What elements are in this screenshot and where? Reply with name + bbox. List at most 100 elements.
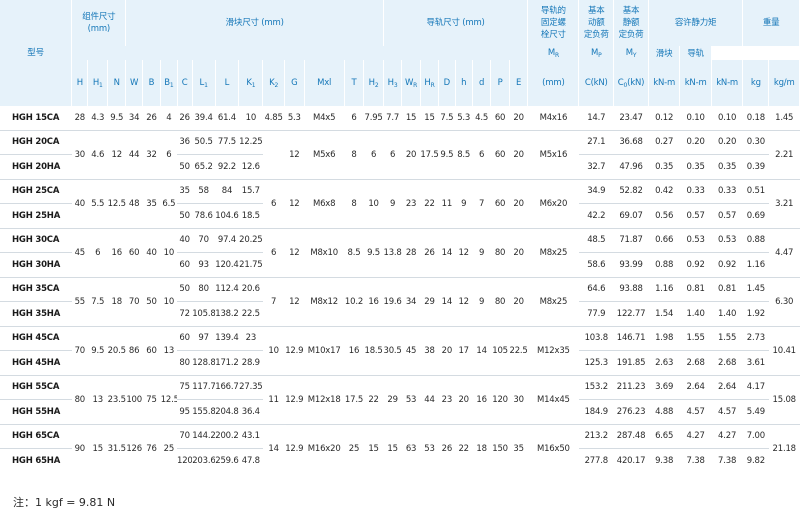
cell-C0kn: 122.77	[613, 301, 649, 326]
cell-L1: 93	[192, 252, 215, 277]
cell-K1: 36.4	[238, 399, 263, 424]
cell-E: 20	[509, 178, 528, 228]
cell-WR: 45	[401, 325, 421, 375]
col-C: C	[177, 60, 193, 106]
cell-C0kn: 52.82	[613, 178, 649, 204]
cell-H: 30	[71, 129, 88, 179]
cell-kg: 7.00	[742, 423, 769, 449]
cell-MY: 2.68	[711, 350, 743, 375]
cell-L1: 39.4	[194, 112, 213, 123]
cell-Mxl: M4x5	[312, 112, 336, 123]
header-dynamic-load: 基本 动额 定负荷	[578, 0, 615, 46]
cell-L: 92.2	[215, 154, 239, 179]
cell-bolt: M6x20	[527, 178, 579, 228]
cell-Ckn: 48.5	[578, 227, 614, 253]
cell-L: 97.4	[215, 227, 239, 253]
cell-kg: 1.92	[742, 301, 769, 326]
cell-MP: 0.10	[686, 112, 705, 123]
cell-T: 8	[344, 129, 364, 179]
cell-G: 12	[284, 227, 305, 277]
cell-kg: 3.61	[742, 350, 769, 375]
cell-HR: 38	[420, 325, 439, 375]
cell-Mxl: M8x10	[304, 227, 345, 277]
cell-L1: 128.8	[192, 350, 215, 375]
header-assembly-dims: 组件尺寸 (mm)	[71, 0, 127, 46]
cell-kg: 9.82	[742, 448, 769, 473]
cell-L: 120.4	[215, 252, 239, 277]
cell-L1: 105.8	[192, 301, 215, 326]
cell-MP: 1.55	[679, 325, 712, 351]
cell-rail-kg: 10.41	[768, 325, 800, 375]
col-H3: H3	[383, 60, 403, 106]
cell-Ckn: 64.6	[578, 276, 614, 302]
cell-B: 76	[142, 423, 161, 473]
cell-L1: 155.8	[192, 399, 215, 424]
cell-model: HGH 35HA	[0, 301, 72, 326]
cell-G: 12.9	[284, 423, 305, 473]
cell-K1: 15.7	[238, 178, 263, 204]
cell-B1: 25	[160, 423, 177, 473]
col-H: H	[71, 60, 89, 106]
cell-B1: 4	[166, 112, 172, 123]
cell-HR: 53	[420, 423, 439, 473]
cell-Ckn: 125.3	[578, 350, 614, 375]
cell-h: 20	[455, 374, 473, 424]
cell-Ckn: 14.7	[587, 112, 606, 123]
cell-D: 7.5	[440, 112, 454, 123]
cell-model: HGH 20HA	[0, 154, 72, 179]
cell-MY: 0.35	[711, 154, 743, 179]
cell-H1: 15	[87, 423, 108, 473]
cell-model: HGH 25HA	[0, 203, 72, 228]
cell-kg: 0.88	[742, 227, 769, 253]
cell-MY: 0.81	[711, 276, 743, 302]
table-row: HGH 20CA 30 4.6 12 44 32 6 36 50.5 77.5 12.25 12 M5x…	[0, 129, 800, 179]
cell-K2: 14	[262, 423, 285, 473]
cell-MR: 0.27	[648, 129, 680, 155]
cell-d: 14	[472, 325, 491, 375]
cell-Ckn: 184.9	[578, 399, 614, 424]
cell-MR: 0.42	[648, 178, 680, 204]
col-block-weight-unit: kg	[742, 60, 770, 106]
cell-P: 105	[490, 325, 510, 375]
cell-C0kn: 146.71	[613, 325, 649, 351]
table-body: HGH 15CA 28 4.3 9.5 34 26 4 26 39.4 61.4 10 4.85 5.3…	[0, 106, 800, 473]
col-c-kn: C(kN)	[578, 60, 615, 106]
cell-K1: 27.35	[238, 374, 263, 400]
cell-Ckn: 32.7	[578, 154, 614, 179]
cell-W: 86	[125, 325, 143, 375]
cell-N: 12	[107, 129, 126, 179]
cell-K1: 47.8	[238, 448, 263, 473]
cell-H1: 13	[87, 374, 108, 424]
cell-kg: 1.16	[742, 252, 769, 277]
cell-C0kn: 191.85	[613, 350, 649, 375]
cell-MR: 1.54	[648, 301, 680, 326]
table-row: HGH 65CA 90 15 31.5 126 76 25 70 144.2 200.2 43.1 1…	[0, 423, 800, 473]
cell-MR: 0.88	[648, 252, 680, 277]
linear-guide-spec-table: 型号 组件尺寸 (mm) 滑块尺寸 (mm) 导轨尺寸 (mm) 导轨的 固定螺 栓尺…	[0, 0, 800, 473]
cell-B1: 13	[160, 325, 177, 375]
col-WR: WR	[401, 60, 421, 106]
cell-C: 60	[177, 325, 193, 351]
cell-K2: 6	[262, 227, 285, 277]
col-H2: H2	[363, 60, 384, 106]
col-K2: K2	[262, 60, 285, 106]
cell-N: 23.5	[107, 374, 126, 424]
col-H1: H1	[87, 60, 108, 106]
cell-C0kn: 93.99	[613, 252, 649, 277]
cell-model: HGH 20CA	[0, 129, 72, 155]
cell-H3: 6	[383, 129, 402, 179]
cell-C0kn: 287.48	[613, 423, 649, 449]
cell-H1: 4.6	[87, 129, 108, 179]
cell-rail-kg: 1.45	[775, 112, 794, 123]
cell-D: 9.5	[438, 129, 455, 179]
cell-model: HGH 30CA	[0, 227, 72, 253]
cell-Mxl: M5x6	[304, 129, 345, 179]
cell-H3: 13.8	[383, 227, 402, 277]
cell-C: 80	[177, 350, 193, 375]
col-B: B	[142, 60, 162, 106]
cell-G: 12	[284, 276, 305, 326]
cell-L: 61.4	[217, 112, 237, 123]
cell-kg: 2.73	[742, 325, 769, 351]
cell-C0kn: 93.88	[613, 276, 649, 302]
cell-H2: 6	[363, 129, 384, 179]
